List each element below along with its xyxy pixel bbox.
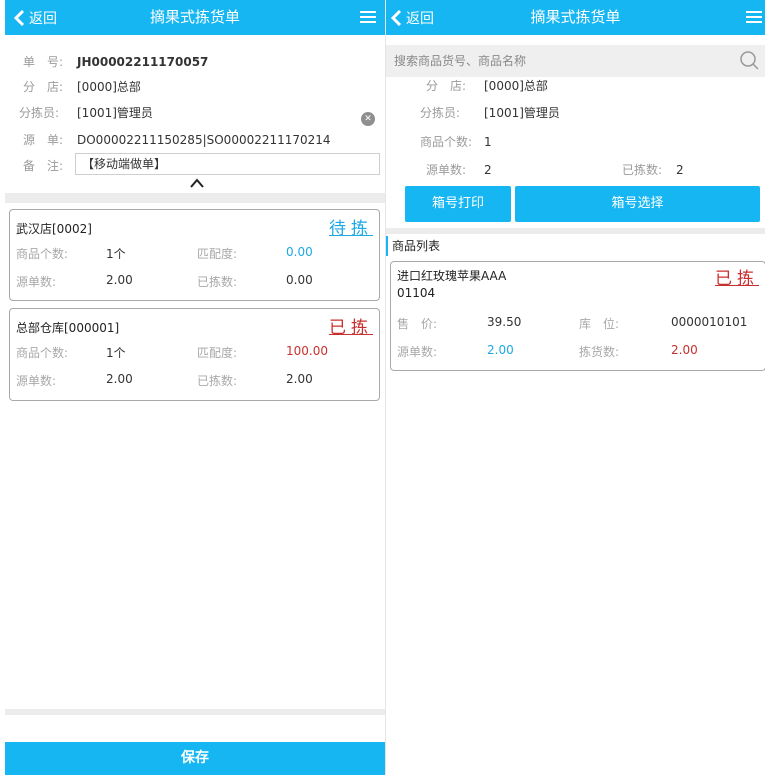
store-card[interactable]: 武汉店[0002] 待拣 商品个数: 1个 匹配度: 0.00 源单数: 2.0… [9,209,380,301]
page-title: 摘果式拣货单 [530,8,621,26]
right-panel: 返回 摘果式拣货单 分 店: [0000]总部 分拣员: [1001]管理员 商品个… [385,0,765,775]
menu-icon[interactable] [359,8,377,26]
note-label: 备 注: [23,159,64,173]
note-row: 备 注: [23,157,73,174]
picked-label: 已拣数: [622,163,663,177]
product-title: 进口红玫瑰苹果AAA [397,269,507,283]
chevron-left-icon [13,9,25,26]
price-label: 售 价: [397,317,438,331]
header-bar: 返回 摘果式拣货单 [386,0,765,35]
divider [386,228,765,234]
picker-row: 分拣员: [1001]管理员 [19,104,153,121]
order-no-row: 单 号: JH00002211170057 [23,53,208,70]
qty-label: 商品个数: [16,346,69,360]
clear-picker-button[interactable]: ✕ [361,112,375,126]
src-label: 源单数: [16,374,57,388]
count-label: 商品个数: [420,135,473,149]
branch-row: 分 店: [0000]总部 [426,77,548,94]
back-button[interactable]: 返回 [13,0,57,35]
src-value: 2.00 [487,343,514,357]
location-value: 0000010101 [671,315,748,329]
picker-label: 分拣员: [19,106,60,120]
branch-label: 分 店: [23,80,64,94]
print-box-button[interactable]: 箱号打印 [405,186,511,222]
source-row: 源单数: 2 [426,161,492,178]
source-value: DO00002211150285|SO00002211170214 [77,133,331,147]
order-no-label: 单 号: [23,55,64,69]
match-label: 匹配度: [197,346,238,360]
src-value: 2.00 [106,372,133,386]
price-value: 39.50 [487,315,522,329]
search-input[interactable] [394,51,724,71]
note-field[interactable]: 【移动端做单】 [75,153,380,175]
picked-label: 已拣数: [197,275,238,289]
order-no-value: JH00002211170057 [77,55,209,69]
back-button[interactable]: 返回 [390,0,434,35]
picked-value: 2.00 [671,343,698,357]
qty-label: 商品个数: [16,247,69,261]
qty-value: 1个 [106,247,126,261]
src-value: 2.00 [106,273,133,287]
match-value: 100.00 [286,344,328,358]
divider [5,709,385,715]
picked-label: 拣货数: [579,345,620,359]
src-label: 源单数: [16,275,57,289]
source-label: 源 单: [23,133,64,147]
status-badge: 已拣 [715,269,759,289]
product-card[interactable]: 进口红玫瑰苹果AAA 01104 已拣 售 价: 39.50 库 位: 0000… [390,261,765,371]
picked-value: 2.00 [286,372,313,386]
picker-value: [1001]管理员 [484,106,560,120]
match-value: 0.00 [286,245,313,259]
branch-row: 分 店: [0000]总部 [23,78,141,95]
page-title: 摘果式拣货单 [149,8,240,26]
product-name: 进口红玫瑰苹果AAA 01104 [397,268,506,302]
search-bar [386,45,765,77]
divider [5,193,385,203]
picked-value: 0.00 [286,273,313,287]
source-value: 2 [484,163,492,177]
picked-label: 已拣数: [197,374,238,388]
src-label: 源单数: [397,345,438,359]
count-value: 1 [484,135,492,149]
header-bar: 返回 摘果式拣货单 [5,0,385,35]
qty-value: 1个 [106,346,126,360]
picked-value: 2 [676,163,684,177]
search-icon[interactable] [740,51,760,71]
store-name: 总部仓库[000001] [16,321,120,335]
match-label: 匹配度: [197,247,238,261]
source-row: 源 单: DO00002211150285|SO00002211170214 [23,131,331,148]
branch-value: [0000]总部 [484,79,548,93]
back-label: 返回 [406,10,434,27]
location-label: 库 位: [579,317,620,331]
chevron-up-icon[interactable] [190,178,204,188]
chevron-left-icon [390,9,402,26]
status-badge: 待拣 [329,219,373,239]
section-title: 商品列表 [386,236,765,256]
picker-row: 分拣员: [1001]管理员 [420,104,560,121]
branch-value: [0000]总部 [77,80,141,94]
status-badge: 已拣 [329,318,373,338]
product-code: 01104 [397,286,436,300]
picked-row: 已拣数: 2 [622,161,684,178]
back-label: 返回 [29,10,57,27]
branch-label: 分 店: [426,79,467,93]
save-button[interactable]: 保存 [5,742,385,775]
store-name: 武汉店[0002] [16,222,92,236]
picker-value: [1001]管理员 [77,106,153,120]
left-panel: 返回 摘果式拣货单 单 号: JH00002211170057 分 店: [0000… [5,0,385,775]
source-label: 源单数: [426,163,467,177]
count-row: 商品个数: 1 [420,133,492,150]
select-box-button[interactable]: 箱号选择 [515,186,760,222]
menu-icon[interactable] [745,8,763,26]
picker-label: 分拣员: [420,106,461,120]
store-card[interactable]: 总部仓库[000001] 已拣 商品个数: 1个 匹配度: 100.00 源单数… [9,308,380,401]
